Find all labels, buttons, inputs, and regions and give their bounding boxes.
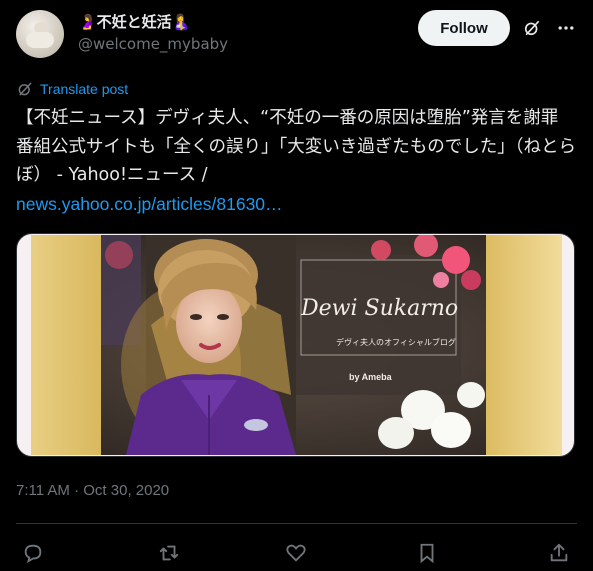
repost-icon[interactable]: [158, 542, 180, 564]
article-link[interactable]: news.yahoo.co.jp/articles/81630…: [16, 190, 577, 219]
tweet-text: 【不妊ニュース】デヴィ夫人、“不妊の一番の原因は堕胎”発言を謝罪 番組公式サイト…: [16, 104, 577, 218]
action-bar: [16, 540, 577, 566]
avatar[interactable]: [16, 10, 64, 58]
tweet-body: 【不妊ニュース】デヴィ夫人、“不妊の一番の原因は堕胎”発言を謝罪 番組公式サイト…: [16, 108, 576, 185]
follow-button[interactable]: Follow: [418, 10, 510, 46]
avatar-shape: [26, 32, 54, 48]
tweet-header: 🤰不妊と妊活🤱 @welcome_mybaby Follow: [16, 10, 577, 58]
author-display-name[interactable]: 🤰不妊と妊活🤱: [78, 11, 190, 32]
media-card[interactable]: Dewi Sukarno デヴィ夫人のオフィシャルブログ by Ameba: [16, 233, 575, 457]
divider: [16, 523, 577, 524]
translate-label: Translate post: [40, 81, 129, 97]
translate-link[interactable]: Translate post: [16, 80, 128, 98]
share-icon[interactable]: [548, 542, 570, 564]
media-image: Dewi Sukarno デヴィ夫人のオフィシャルブログ by Ameba: [31, 235, 562, 455]
media-by: by Ameba: [349, 372, 393, 382]
bookmark-icon[interactable]: [416, 542, 438, 564]
author-handle[interactable]: @welcome_mybaby: [78, 35, 228, 53]
media-signature: Dewi Sukarno: [300, 296, 458, 321]
like-icon[interactable]: [285, 542, 307, 564]
grok-icon[interactable]: [522, 18, 542, 38]
more-icon[interactable]: [556, 18, 576, 38]
reply-icon[interactable]: [22, 542, 44, 564]
translate-icon: [18, 82, 32, 96]
timestamp[interactable]: 7:11 AM · Oct 30, 2020: [16, 482, 169, 499]
media-subtitle: デヴィ夫人のオフィシャルブログ: [336, 337, 456, 347]
